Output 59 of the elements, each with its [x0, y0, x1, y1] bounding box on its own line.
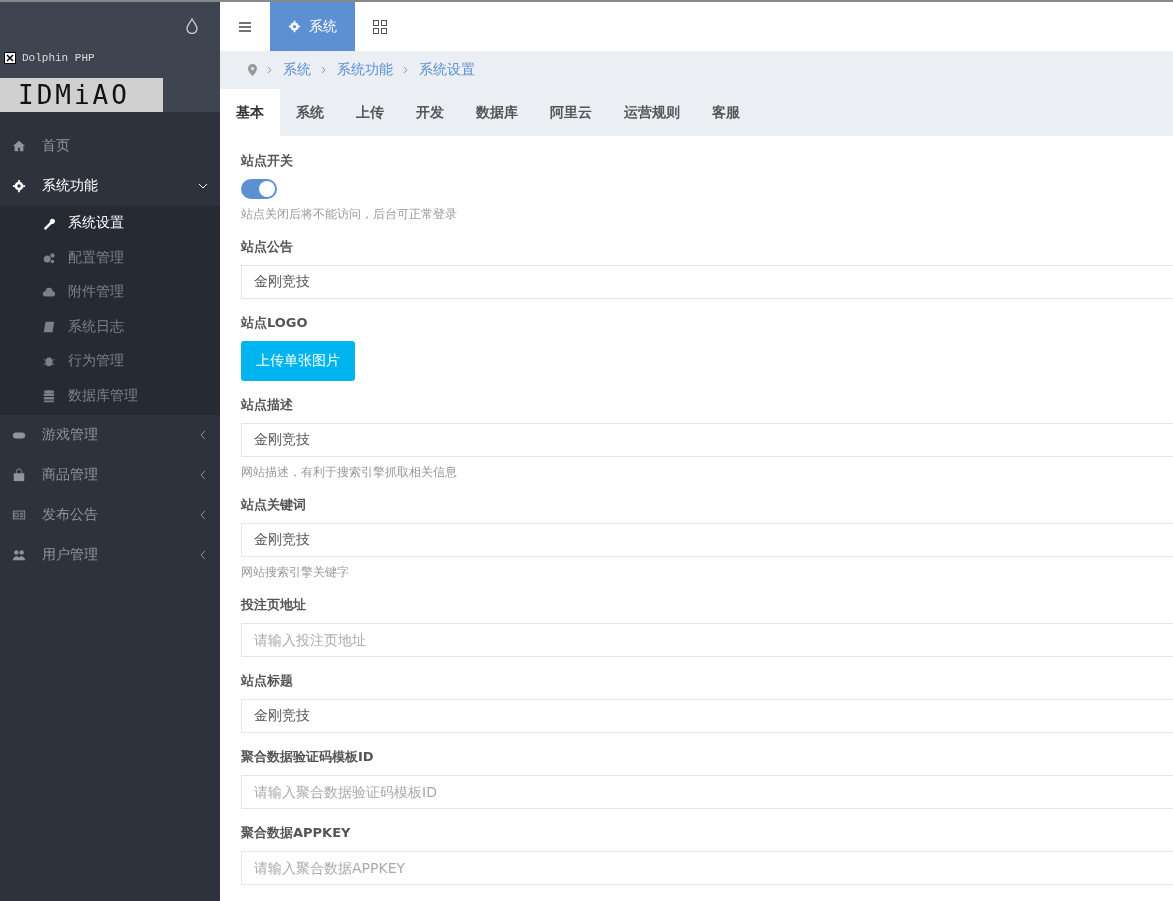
field-label: 站点公告	[241, 238, 294, 256]
submenu-item[interactable]: 配置管理	[0, 240, 220, 275]
database-icon	[42, 388, 56, 403]
menu-item[interactable]: 发布公告	[0, 495, 220, 535]
text-field[interactable]: 请输入投注页地址	[241, 623, 1173, 657]
grid-icon[interactable]	[373, 19, 387, 34]
newspaper-icon	[12, 508, 26, 522]
module-tab[interactable]: 系统	[270, 2, 355, 51]
text-field[interactable]: 金刚竞技	[241, 265, 1173, 299]
field-label: 投注页地址	[241, 596, 307, 614]
wrench-icon	[42, 216, 56, 231]
submenu-item[interactable]: 系统设置	[0, 206, 220, 241]
text-field[interactable]: 金刚竞技	[241, 523, 1173, 557]
submenu-item[interactable]: 数据库管理	[0, 378, 220, 413]
menu-item[interactable]: 首页	[0, 126, 220, 166]
menu-icon[interactable]	[239, 21, 251, 32]
field-label: 站点描述	[241, 396, 294, 414]
gear-icon	[288, 20, 301, 33]
broken-image-icon	[4, 52, 16, 64]
users-icon	[12, 548, 26, 562]
submenu-item[interactable]: 行为管理	[0, 344, 220, 379]
bag-icon	[12, 468, 26, 482]
tab[interactable]: 基本	[220, 89, 280, 136]
droplet-icon[interactable]	[186, 18, 198, 34]
field-label: 站点标题	[241, 672, 294, 690]
help-text: 网站搜索引擎关键字	[241, 564, 350, 581]
menu-item[interactable]: 商品管理	[0, 455, 220, 495]
tab[interactable]: 客服	[696, 89, 756, 136]
help-text: 站点关闭后将不能访问，后台可正常登录	[241, 206, 458, 223]
field-label: 聚合数据验证码模板ID	[241, 748, 375, 766]
submenu-item[interactable]: 附件管理	[0, 275, 220, 310]
field-label: 站点开关	[241, 152, 294, 170]
menu-item[interactable]: 系统功能	[0, 166, 220, 206]
submenu-item[interactable]: 系统日志	[0, 309, 220, 344]
tab[interactable]: 运营规则	[608, 89, 696, 136]
menu-item[interactable]: 游戏管理	[0, 415, 220, 455]
help-text: 网站描述，有利于搜索引擎抓取相关信息	[241, 464, 458, 481]
field-label: 站点关键词	[241, 496, 307, 514]
chevron-right-icon	[267, 66, 273, 74]
field-label: 站点LOGO	[241, 314, 309, 332]
toggle-switch[interactable]	[241, 179, 277, 199]
tab[interactable]: 开发	[400, 89, 460, 136]
field-label: 聚合数据APPKEY	[241, 824, 352, 842]
logo[interactable]: IDMiAO	[0, 78, 163, 112]
text-field[interactable]: 请输入聚合数据APPKEY	[241, 851, 1173, 885]
text-field[interactable]: 金刚竞技	[241, 423, 1173, 457]
text-field[interactable]: 请输入聚合数据验证码模板ID	[241, 775, 1173, 809]
gear-icon	[12, 179, 26, 193]
tab[interactable]: 上传	[340, 89, 400, 136]
chevron-right-icon	[403, 66, 409, 74]
house-icon	[12, 139, 26, 153]
tab[interactable]: 系统	[280, 89, 340, 136]
image-alt-text: Dolphin PHP	[22, 52, 95, 64]
map-pin-icon	[248, 64, 257, 76]
tab[interactable]: 阿里云	[534, 89, 608, 136]
chevron-right-icon	[321, 66, 327, 74]
text-field[interactable]: 金刚竞技	[241, 699, 1173, 733]
tab[interactable]: 数据库	[460, 89, 534, 136]
menu-item[interactable]: 用户管理	[0, 535, 220, 575]
